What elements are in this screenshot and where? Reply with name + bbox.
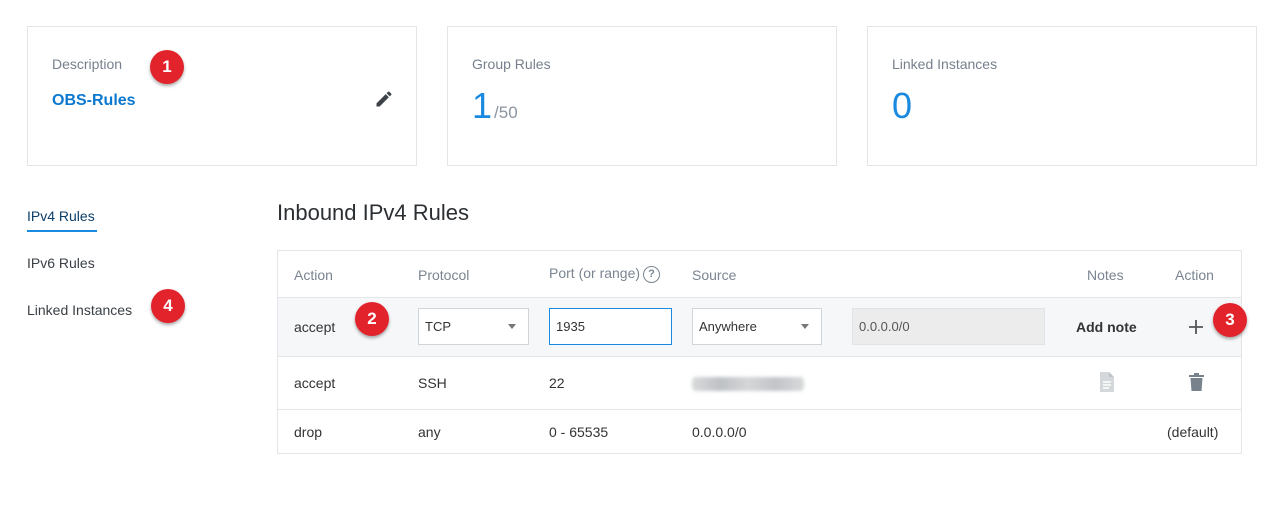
pencil-icon[interactable]: [374, 89, 394, 109]
annotation-badge-1: 1: [150, 50, 184, 84]
protocol-select[interactable]: TCP: [418, 308, 529, 345]
description-label: Description: [52, 56, 123, 72]
header-action-2: Action: [1175, 267, 1214, 283]
description-value[interactable]: OBS-Rules: [52, 92, 136, 110]
row-port: 22: [549, 375, 565, 391]
linked-instances-label: Linked Instances: [892, 56, 998, 72]
edit-action: accept: [294, 319, 336, 335]
source-type-value: Anywhere: [699, 319, 757, 334]
row-protocol: SSH: [418, 375, 447, 391]
group-rules-max: /50: [494, 103, 518, 122]
nav-item-ipv4-rules[interactable]: IPv4 Rules: [27, 208, 95, 224]
document-icon[interactable]: [1098, 371, 1116, 393]
section-title: Inbound IPv4 Rules: [277, 200, 470, 225]
source-cidr-input[interactable]: 0.0.0.0/0: [852, 308, 1045, 345]
group-rules-count: 1/50: [472, 85, 518, 127]
group-rules-label: Group Rules: [472, 56, 551, 72]
linked-instances-card: Linked Instances 0: [867, 26, 1257, 166]
trash-icon[interactable]: [1188, 372, 1205, 392]
annotation-badge-2: 2: [355, 302, 389, 336]
annotation-badge-3: 3: [1213, 303, 1247, 337]
protocol-select-value: TCP: [425, 319, 451, 334]
add-note-button[interactable]: Add note: [1076, 319, 1137, 335]
default-label: (default): [1167, 424, 1219, 440]
chevron-down-icon: [801, 324, 809, 329]
port-input[interactable]: 1935: [549, 308, 672, 345]
header-action: Action: [294, 267, 333, 283]
source-type-select[interactable]: Anywhere: [692, 308, 822, 345]
table-row: accept SSH 22: [278, 356, 1241, 409]
row-protocol: any: [418, 424, 441, 440]
header-protocol: Protocol: [418, 267, 470, 283]
linked-instances-count: 0: [892, 85, 913, 126]
description-card: Description OBS-Rules: [27, 26, 417, 166]
header-source: Source: [692, 267, 737, 283]
header-port: Port (or range)?: [549, 265, 661, 283]
help-icon[interactable]: ?: [643, 265, 661, 283]
nav-active-underline: [27, 230, 97, 232]
row-action: drop: [294, 424, 323, 440]
chevron-down-icon: [508, 324, 516, 329]
plus-icon[interactable]: [1188, 319, 1204, 335]
table-row-edit: accept TCP 1935 Anywhere 0.0.0.0/0 Add n…: [278, 297, 1241, 356]
annotation-badge-4: 4: [151, 289, 185, 323]
group-rules-value: 1: [472, 85, 493, 126]
header-port-label: Port (or range): [549, 265, 641, 281]
row-port: 0 - 65535: [549, 424, 609, 440]
group-rules-card: Group Rules 1/50: [447, 26, 837, 166]
row-source: 0.0.0.0/0: [692, 424, 747, 440]
nav-item-ipv6-rules[interactable]: IPv6 Rules: [27, 255, 95, 271]
header-notes: Notes: [1087, 267, 1124, 283]
row-action: accept: [294, 375, 336, 391]
table-row: drop any 0 - 65535 0.0.0.0/0 (default): [278, 409, 1241, 454]
redacted-source: [692, 377, 804, 391]
nav-item-linked-instances[interactable]: Linked Instances: [27, 302, 132, 318]
rules-table: Action Protocol Port (or range)? Source …: [277, 250, 1242, 454]
